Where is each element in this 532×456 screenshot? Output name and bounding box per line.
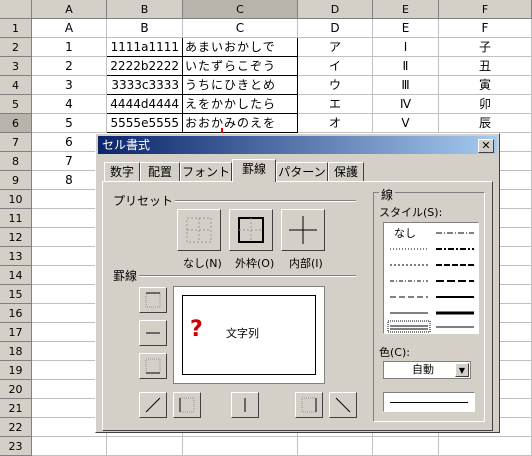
dialog-title: セル書式	[102, 138, 151, 152]
border-bottom-icon	[145, 358, 161, 374]
dialog-title-bar[interactable]: セル書式 ✕	[98, 136, 497, 154]
border-vertical-button[interactable]	[231, 392, 259, 418]
border-diagonal-up-button[interactable]	[139, 392, 167, 418]
preset-none-button[interactable]	[177, 209, 221, 251]
border-divider	[111, 275, 356, 277]
tab-font[interactable]: フォント	[180, 162, 232, 182]
color-select-value: 自動	[412, 363, 434, 376]
preset-label: プリセット	[111, 192, 176, 209]
border-horizontal-icon	[146, 332, 160, 334]
preset-inside-label: 内部(I)	[289, 257, 323, 270]
preset-none-label: なし(N)	[183, 257, 222, 270]
row-header[interactable]: 23	[0, 437, 32, 456]
border-top-icon	[145, 292, 161, 308]
dropdown-arrow-icon[interactable]: ▼	[455, 363, 469, 377]
border-bottom-button[interactable]	[139, 353, 167, 379]
preset-outline-label: 外枠(O)	[235, 257, 275, 270]
grid-cell[interactable]	[183, 437, 298, 456]
tab-alignment[interactable]: 配置	[140, 162, 180, 182]
border-left-icon	[179, 397, 195, 413]
border-horizontal-button[interactable]	[139, 320, 167, 346]
tab-protection[interactable]: 保護	[328, 162, 364, 182]
format-cells-dialog: セル書式 ✕ 数字 配置 フォント 罫線 パターン 保護 プリセット なし(N)…	[95, 133, 500, 433]
border-top-button[interactable]	[139, 287, 167, 313]
preview-text: 文字列	[226, 327, 259, 340]
grid-cell[interactable]	[298, 437, 373, 456]
color-label: 色(C):	[379, 346, 410, 359]
border-right-icon	[301, 397, 317, 413]
preset-inside-icon	[289, 216, 317, 244]
preset-outline-icon	[238, 217, 264, 243]
line-preview	[383, 392, 475, 412]
grid-cell[interactable]	[32, 437, 107, 456]
border-left-button[interactable]	[173, 392, 201, 418]
border-right-button[interactable]	[295, 392, 323, 418]
grid-cell[interactable]	[439, 437, 532, 456]
line-styles-icon	[387, 232, 474, 333]
border-diagonal-down-button[interactable]	[329, 392, 357, 418]
preset-outline-button[interactable]	[229, 209, 273, 251]
tab-border[interactable]: 罫線	[232, 159, 276, 182]
line-style-list[interactable]: なし	[383, 222, 479, 334]
preset-inside-button[interactable]	[281, 209, 325, 251]
grid-cell[interactable]	[107, 437, 183, 456]
tab-number[interactable]: 数字	[104, 162, 140, 182]
border-vertical-icon	[244, 398, 246, 412]
border-label: 罫線	[111, 267, 140, 284]
tab-pattern[interactable]: パターン	[276, 162, 328, 182]
preset-none-icon	[186, 217, 212, 243]
grid-cell[interactable]	[373, 437, 439, 456]
line-label: 線	[379, 186, 396, 203]
line-preview-sample	[390, 402, 468, 403]
color-select[interactable]: 自動 ▼	[383, 361, 471, 379]
border-tab-panel: プリセット なし(N) 外枠(O) 内部(I) 罫線 ? 文字列 線 スタイル(…	[102, 181, 493, 431]
diagonal-up-icon	[145, 397, 161, 413]
diagonal-down-icon	[335, 397, 351, 413]
question-mark: ?	[190, 317, 203, 342]
close-button[interactable]: ✕	[478, 139, 494, 153]
border-preview-area[interactable]: ? 文字列	[173, 286, 325, 384]
style-label: スタイル(S):	[379, 206, 443, 219]
